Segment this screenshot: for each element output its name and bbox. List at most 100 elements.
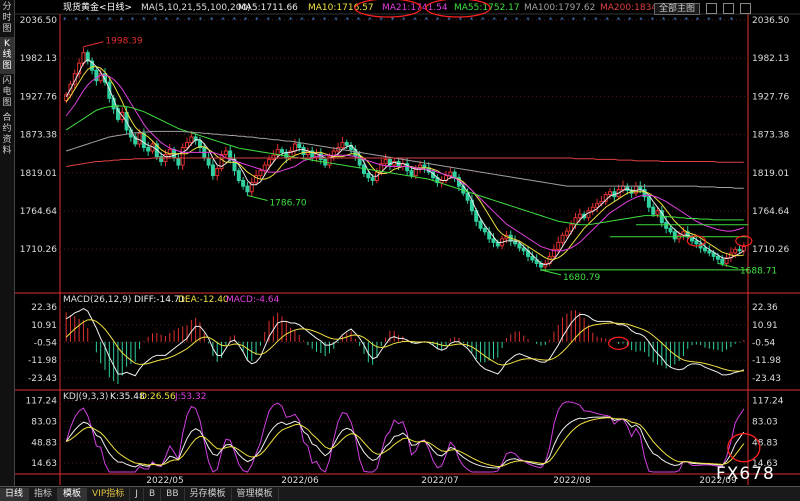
event-marker: * bbox=[266, 16, 270, 24]
x-tick-label: 2022/07 bbox=[421, 476, 458, 486]
tab-vip-indicator[interactable]: VIP指标 bbox=[87, 487, 131, 501]
sidebar-item-contract[interactable]: 合约资料 bbox=[0, 111, 14, 159]
event-marker: * bbox=[142, 16, 146, 24]
event-marker: * bbox=[74, 16, 78, 24]
event-marker: * bbox=[504, 16, 508, 24]
macd-tick-right: -0.54 bbox=[752, 339, 776, 349]
annotation-low2-leader bbox=[540, 269, 562, 276]
candle-body bbox=[651, 206, 656, 215]
tab-bb[interactable]: BB bbox=[161, 487, 185, 501]
event-marker: * bbox=[176, 16, 180, 24]
macd-tick-left: 10.91 bbox=[31, 321, 57, 331]
event-marker: * bbox=[673, 16, 677, 24]
candle-body bbox=[146, 146, 151, 152]
candle-body bbox=[279, 149, 284, 153]
candle-body bbox=[664, 222, 669, 229]
candle-body bbox=[530, 255, 535, 261]
event-marker: * bbox=[583, 16, 587, 24]
sidebar: 分时图 K线图 闪电图 合约资料 bbox=[0, 0, 15, 486]
candle-body bbox=[210, 164, 215, 177]
candle-body bbox=[292, 143, 297, 152]
event-marker: * bbox=[312, 16, 316, 24]
event-marker: * bbox=[221, 16, 225, 24]
window-icon[interactable] bbox=[705, 3, 717, 14]
event-marker: * bbox=[131, 16, 135, 24]
candle-body bbox=[271, 154, 276, 160]
layout-icon[interactable] bbox=[722, 3, 734, 14]
candle-body bbox=[301, 146, 306, 156]
event-marker: * bbox=[187, 16, 191, 24]
candle-body bbox=[595, 203, 600, 208]
annotation-low3: 1688.71 bbox=[740, 266, 777, 276]
candle-body bbox=[297, 143, 302, 148]
candle-body bbox=[478, 220, 483, 229]
event-marker: * bbox=[255, 16, 259, 24]
kdj-tick-left: 83.03 bbox=[31, 418, 57, 428]
candle-body bbox=[370, 177, 375, 182]
y-tick-label-left: 1710.26 bbox=[20, 245, 57, 255]
event-marker: * bbox=[538, 16, 542, 24]
tab-manage-template[interactable]: 管理模板 bbox=[232, 487, 279, 501]
chart-svg: 2036.50 2036.50 1982.13 1982.13 1927.76 1927.… bbox=[14, 0, 800, 486]
event-marker: * bbox=[436, 16, 440, 24]
candle-body bbox=[556, 241, 561, 250]
top-right-controls: 全部主图 bbox=[654, 1, 751, 15]
tab-b[interactable]: B bbox=[144, 487, 162, 501]
event-marker: * bbox=[233, 16, 237, 24]
event-marker: * bbox=[63, 16, 67, 24]
candle-body bbox=[223, 150, 228, 156]
candle-body bbox=[733, 248, 738, 254]
event-marker: * bbox=[165, 16, 169, 24]
sidebar-item-flash[interactable]: 闪电图 bbox=[0, 74, 14, 111]
event-marker: * bbox=[153, 16, 157, 24]
candle-body bbox=[448, 171, 453, 177]
macd-tick-right: -11.98 bbox=[752, 356, 781, 366]
event-marker: * bbox=[605, 16, 609, 24]
ma-line-ma100 bbox=[66, 130, 744, 189]
candle-body bbox=[236, 170, 241, 182]
candle-body bbox=[720, 258, 725, 264]
settings-icon[interactable] bbox=[739, 3, 751, 14]
all-main-chart-button[interactable]: 全部主图 bbox=[654, 3, 701, 15]
candle-body bbox=[361, 164, 366, 174]
tab-j[interactable]: J bbox=[130, 487, 144, 501]
macd-tick-left: 22.36 bbox=[31, 303, 57, 313]
candle-body bbox=[620, 185, 625, 191]
kdj-tick-right: 117.24 bbox=[752, 397, 784, 407]
candle-body bbox=[409, 170, 414, 177]
annotation-low1: 1786.70 bbox=[269, 198, 306, 208]
y-tick-label-right: 1982.13 bbox=[752, 54, 789, 64]
event-marker: * bbox=[379, 16, 383, 24]
candle-body bbox=[245, 185, 250, 193]
watermark-logo: FX678 bbox=[716, 464, 775, 484]
event-marker: * bbox=[526, 16, 530, 24]
y-tick-label-right: 2036.50 bbox=[752, 16, 789, 26]
annotation-high-leader bbox=[83, 41, 104, 48]
sidebar-item-timeline[interactable]: 分时图 bbox=[0, 0, 14, 37]
tab-daily[interactable]: 日线 bbox=[0, 487, 30, 501]
candle-body bbox=[702, 247, 707, 252]
tab-indicator[interactable]: 指标 bbox=[29, 487, 59, 501]
tab-template[interactable]: 模板 bbox=[58, 487, 88, 501]
kdj-k-line bbox=[65, 416, 745, 469]
macd-dea-value: DEA:-12.40 bbox=[178, 295, 229, 305]
y-tick-label-left: 1873.38 bbox=[20, 131, 57, 141]
sidebar-item-kline[interactable]: K线图 bbox=[0, 37, 14, 74]
event-marker: * bbox=[549, 16, 553, 24]
event-marker: * bbox=[492, 16, 496, 24]
bottom-toolbar: 日线 指标 模板 VIP指标 J B BB 另存模板 管理模板 bbox=[0, 486, 800, 501]
event-marker: * bbox=[628, 16, 632, 24]
candle-body bbox=[141, 132, 146, 148]
macd-tick-left: -0.54 bbox=[34, 339, 58, 349]
x-tick-label: 2022/05 bbox=[146, 476, 183, 486]
y-tick-label-right: 1873.38 bbox=[752, 131, 789, 141]
candle-body bbox=[741, 246, 746, 252]
event-marker: * bbox=[402, 16, 406, 24]
chart-symbol-title: 现货黄金<日线> bbox=[63, 1, 132, 13]
event-marker: * bbox=[244, 16, 248, 24]
kdj-tick-left: 14.63 bbox=[31, 459, 57, 469]
event-marker: * bbox=[391, 16, 395, 24]
annotation-low1-leader bbox=[247, 194, 268, 201]
candle-body bbox=[482, 227, 487, 233]
tab-save-template[interactable]: 另存模板 bbox=[185, 487, 232, 501]
